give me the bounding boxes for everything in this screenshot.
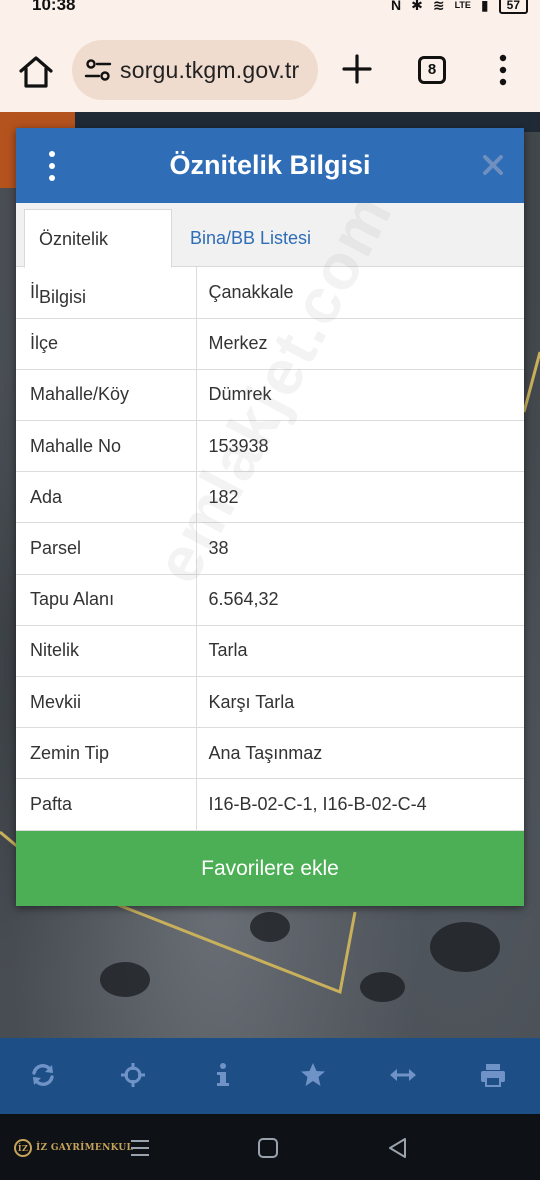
- table-row: İl Çanakkale: [16, 267, 524, 319]
- browser-menu-icon[interactable]: [496, 54, 510, 86]
- table-row: Mahalle/Köy Dümrek: [16, 369, 524, 422]
- row-key: Mevkii: [16, 676, 197, 729]
- table-row: İlçe Merkez: [16, 318, 524, 370]
- row-key: Nitelik: [16, 625, 197, 678]
- home-icon[interactable]: [16, 52, 56, 92]
- site-settings-icon[interactable]: [84, 56, 112, 84]
- row-key: Mahalle No: [16, 420, 197, 473]
- url-text: sorgu.tkgm.gov.tr: [120, 56, 300, 83]
- row-value: Dümrek: [196, 369, 524, 422]
- row-value: I16-B-02-C-1, I16-B-02-C-4: [196, 778, 524, 831]
- address-bar[interactable]: sorgu.tkgm.gov.tr: [72, 40, 318, 100]
- table-row: Mevkii Karşı Tarla: [16, 676, 524, 729]
- table-row: Nitelik Tarla: [16, 625, 524, 678]
- system-navigation-bar: İZ İZ GAYRİMENKUL: [0, 1114, 540, 1180]
- row-key: Tapu Alanı: [16, 574, 197, 626]
- measure-icon[interactable]: [390, 1062, 416, 1088]
- row-value: Ana Taşınmaz: [196, 727, 524, 780]
- status-bar: 10:38 N ✱ ≋ LTE ▮ 57: [0, 0, 540, 18]
- row-key: Ada: [16, 471, 197, 524]
- tab-attribute-info[interactable]: Öznitelik Bilgisi: [24, 209, 172, 307]
- home-nav-icon[interactable]: [256, 1136, 280, 1160]
- table-row: Zemin Tip Ana Taşınmaz: [16, 727, 524, 780]
- row-key: Parsel: [16, 522, 197, 575]
- dialog-title: Öznitelik Bilgisi: [169, 150, 371, 180]
- add-to-favorites-button[interactable]: Favorilere ekle: [16, 831, 524, 906]
- row-value: 182: [196, 471, 524, 524]
- refresh-icon[interactable]: [30, 1062, 56, 1088]
- brand-name: İZ GAYRİMENKUL: [36, 1143, 134, 1153]
- row-key: Pafta: [16, 778, 197, 831]
- print-icon[interactable]: [480, 1062, 506, 1088]
- table-row: Tapu Alanı 6.564,32: [16, 574, 524, 626]
- table-row: Mahalle No 153938: [16, 420, 524, 473]
- table-row: Ada 182: [16, 471, 524, 524]
- row-value: 6.564,32: [196, 574, 524, 626]
- row-value: 153938: [196, 420, 524, 473]
- status-icons: N ✱ ≋ LTE ▮ 57: [391, 0, 528, 14]
- attribute-table: İl Çanakkale İlçe Merkez Mahalle/Köy Dümrek…: [16, 267, 524, 831]
- row-value: Tarla: [196, 625, 524, 678]
- new-tab-icon[interactable]: [340, 52, 374, 86]
- map-toolbar: [0, 1038, 540, 1114]
- row-value: Merkez: [196, 318, 524, 370]
- crosshair-icon[interactable]: [120, 1062, 146, 1088]
- table-row: Parsel 38: [16, 522, 524, 575]
- row-key: Mahalle/Köy: [16, 369, 197, 422]
- back-icon[interactable]: [386, 1136, 410, 1160]
- browser-toolbar: sorgu.tkgm.gov.tr 8: [0, 18, 540, 112]
- dialog-header: Öznitelik Bilgisi: [16, 128, 524, 203]
- tab-switcher-button[interactable]: 8: [418, 56, 446, 84]
- table-row: Pafta I16-B-02-C-1, I16-B-02-C-4: [16, 778, 524, 831]
- network-type: LTE: [454, 0, 471, 10]
- status-time: 10:38: [32, 0, 76, 14]
- wifi-icon: ≋: [432, 0, 445, 13]
- tab-building-list[interactable]: Bina/BB Listesi: [176, 209, 325, 268]
- star-icon[interactable]: [300, 1062, 326, 1088]
- recent-apps-icon[interactable]: [128, 1136, 152, 1160]
- attribute-info-dialog: Öznitelik Bilgisi Öznitelik Bilgisi Bina…: [16, 128, 524, 906]
- info-icon[interactable]: [210, 1062, 236, 1088]
- nfc-icon: N: [390, 0, 402, 13]
- dialog-tabs: Öznitelik Bilgisi Bina/BB Listesi: [16, 203, 524, 307]
- row-key: Zemin Tip: [16, 727, 197, 780]
- row-key: İlçe: [16, 318, 197, 370]
- row-value: 38: [196, 522, 524, 575]
- row-key: İl: [16, 267, 197, 319]
- row-value: Çanakkale: [196, 267, 524, 319]
- brand-logo: İZ İZ GAYRİMENKUL: [14, 1136, 133, 1160]
- brand-mark: İZ: [14, 1139, 32, 1157]
- close-icon[interactable]: [482, 154, 504, 176]
- bluetooth-icon: ✱: [411, 0, 423, 13]
- row-value: Karşı Tarla: [196, 676, 524, 729]
- signal-icon: ▮: [480, 0, 489, 13]
- battery-icon: 57: [498, 0, 528, 14]
